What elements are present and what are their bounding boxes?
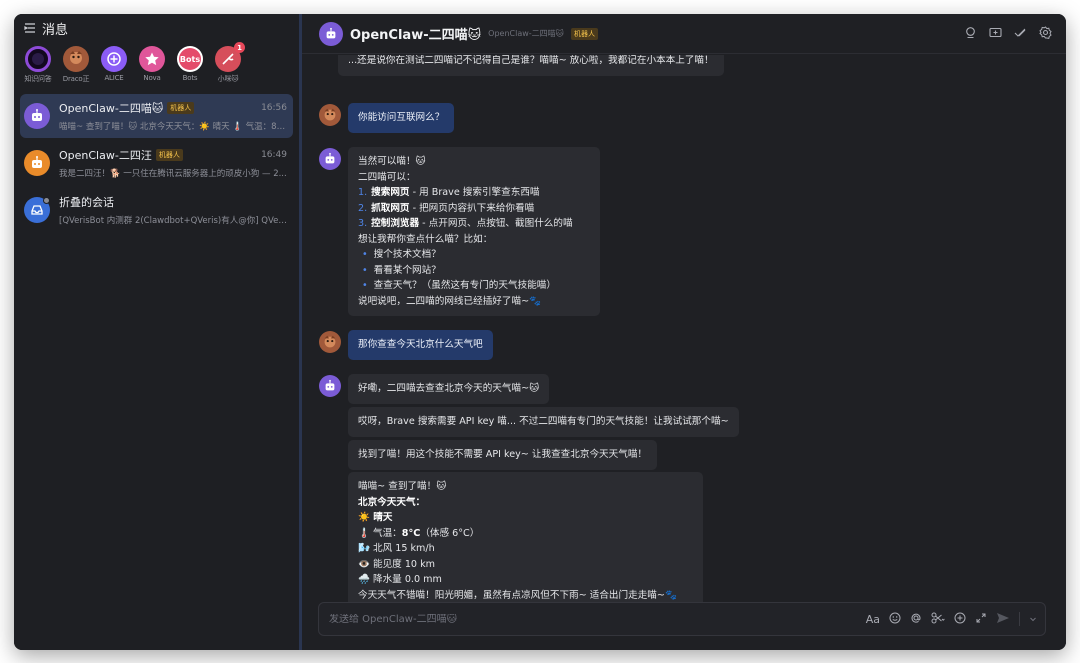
input-toolbar: Aa (866, 612, 1045, 627)
conversation-item-ersimiao[interactable]: OpenClaw-二四喵🐱 机器人 16:56 喵喵~ 查到了喵！🐱 北京今天天… (20, 94, 293, 138)
check-all-icon[interactable] (1014, 26, 1027, 39)
bot-message: 哎呀，Brave 搜索需要 API key 喵... 不过二四喵有专门的天气技能… (348, 407, 739, 437)
user-avatar[interactable] (319, 331, 341, 353)
inbox-icon (24, 197, 50, 223)
emoji-icon[interactable] (889, 612, 901, 627)
draco-avatar (63, 46, 89, 72)
robot-avatar[interactable] (319, 375, 341, 397)
quick-item-xiaomi[interactable]: 1 小咪🐱 (212, 42, 245, 88)
bot-message: 好嘞，二四喵去查查北京今天的天气喵~🐱 (348, 374, 550, 404)
sidebar: 消息 知识问答 Draco正 ALICE Nova Bots Bots 1 小咪… (14, 14, 302, 650)
robot-avatar[interactable] (319, 21, 343, 46)
conversation-preview: 喵喵~ 查到了喵！🐱 北京今天天气：☀️ 晴天 🌡️ 气温：8°... (59, 122, 287, 132)
menu-list-icon[interactable] (24, 22, 36, 34)
bots-avatar: Bots (177, 46, 203, 72)
conversation-item-folded[interactable]: 折叠的会话 [QVerisBot 内测群 2(Clawdbot+QVeris)有… (20, 188, 293, 232)
quick-item-alice[interactable]: ALICE (98, 46, 130, 88)
user-avatar[interactable] (319, 104, 341, 126)
expand-icon[interactable] (975, 612, 987, 627)
conversation-list: OpenClaw-二四喵🐱 机器人 16:56 喵喵~ 查到了喵！🐱 北京今天天… (14, 88, 299, 232)
conversation-name: OpenClaw-二四汪 (59, 149, 152, 162)
robot-avatar (24, 103, 50, 129)
bot-tag: 机器人 (167, 102, 195, 114)
quick-item-knowledge[interactable]: 知识问答 (22, 46, 54, 88)
bot-message: 当然可以喵！🐱 二四喵可以： 1. 搜索网页 - 用 Brave 搜索引擎查东西喵… (348, 147, 600, 316)
user-message: 你能访问互联网么？ (348, 103, 455, 133)
conversation-preview: 我是二四汪！🐕 一只住在腾讯云服务器上的顽皮小狗 — 2... (59, 169, 287, 179)
conversation-time: 16:49 (261, 150, 287, 160)
conversation-name: 折叠的会话 (59, 196, 114, 209)
send-icon[interactable] (996, 612, 1010, 627)
list-item: 2. 抓取网页 - 把网页内容扒下来给你看喵 (358, 202, 535, 214)
header-toolbar (964, 26, 1052, 39)
conversation-item-ersiwang[interactable]: OpenClaw-二四汪 机器人 16:49 我是二四汪！🐕 一只住在腾讯云服务… (20, 141, 293, 185)
quick-item-draco[interactable]: Draco正 (60, 46, 92, 88)
bot-tag: 机器人 (155, 149, 183, 161)
user-message: 那你查查今天北京什么天气吧 (348, 330, 493, 360)
sidebar-header: 消息 (14, 14, 299, 42)
chevron-down-icon[interactable] (1029, 613, 1037, 626)
bot-tag: 机器人 (571, 27, 599, 40)
message-input[interactable] (329, 613, 866, 625)
list-item: • 搜个技术文档？ (362, 249, 441, 260)
nova-avatar (139, 46, 165, 72)
chat-header: OpenClaw-二四喵🐱 OpenClaw-二四喵🐱 机器人 (302, 14, 1066, 54)
chat-title: OpenClaw-二四喵🐱 (350, 28, 482, 43)
chat-panel: OpenClaw-二四喵🐱 OpenClaw-二四喵🐱 机器人 ...还是说你在… (302, 14, 1066, 650)
unread-badge: 1 (234, 42, 245, 53)
bot-message: ...还是说你在测试二四喵记不记得自己是谁？喵喵~ 放心啦，我都记在小本本上了喵… (338, 55, 724, 76)
font-format-icon[interactable]: Aa (866, 613, 880, 626)
bot-message: 找到了喵！用这个技能不需要 API key~ 让我查查北京今天天气喵！ (348, 440, 658, 470)
robot-avatar[interactable] (319, 148, 341, 170)
conversation-name: OpenClaw-二四喵🐱 (59, 102, 164, 115)
add-window-icon[interactable] (989, 26, 1002, 39)
divider (1019, 612, 1020, 626)
search-icon[interactable] (964, 26, 977, 39)
mention-icon[interactable] (910, 612, 922, 627)
chat-subtitle: OpenClaw-二四喵🐱 (488, 29, 565, 38)
app-window: 消息 知识问答 Draco正 ALICE Nova Bots Bots 1 小咪… (14, 14, 1066, 650)
xiaomi-avatar: 1 (215, 42, 245, 72)
message-input-bar: Aa (318, 602, 1046, 636)
status-dot (43, 197, 50, 204)
list-item: • 看看某个网站？ (362, 264, 441, 276)
sidebar-title: 消息 (42, 22, 69, 38)
settings-icon[interactable] (1039, 26, 1052, 39)
bot-message-weather: 喵喵~ 查到了喵！🐱 北京今天天气： ☀️ 晴天 🌡️ 气温：8°C（体感 6°… (348, 472, 703, 602)
alice-avatar (101, 46, 127, 72)
quick-access-row: 知识问答 Draco正 ALICE Nova Bots Bots 1 小咪🐱 (14, 42, 299, 88)
knowledge-avatar (25, 46, 51, 72)
robot-avatar (24, 150, 50, 176)
quick-item-nova[interactable]: Nova (136, 46, 168, 88)
list-item: 1. 搜索网页 - 用 Brave 搜索引擎查东西喵 (358, 187, 540, 198)
list-item: 3. 控制浏览器 - 点开网页、点按钮、截图什么的喵 (358, 218, 573, 229)
quick-item-bots[interactable]: Bots Bots (174, 46, 206, 88)
scissors-icon[interactable] (931, 612, 945, 627)
list-item: • 查查天气？（虽然这有专门的天气技能喵） (362, 280, 556, 291)
message-list: ...还是说你在测试二四喵记不记得自己是谁？喵喵~ 放心啦，我都记在小本本上了喵… (302, 55, 1066, 602)
conversation-time: 16:56 (261, 103, 287, 113)
add-circle-icon[interactable] (954, 612, 966, 627)
conversation-preview: [QVerisBot 内测群 2(Clawdbot+QVeris)有人@你] Q… (59, 216, 287, 226)
